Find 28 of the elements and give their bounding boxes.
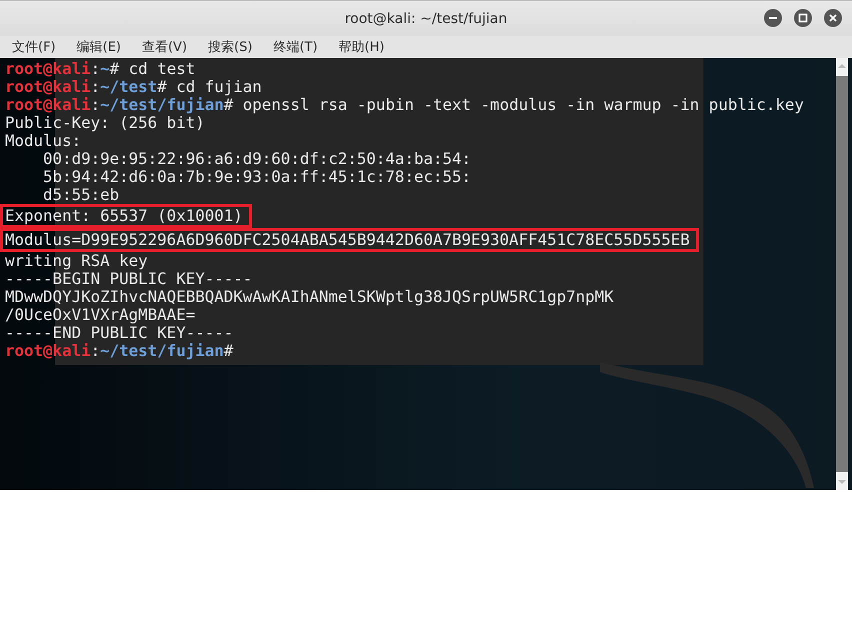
maximize-icon (798, 13, 808, 23)
terminal-line: 00:d9:9e:95:22:96:a6:d9:60:df:c2:50:4a:ba:54: (42, 149, 472, 168)
terminal-line: root@kali:~/test/fujian# openssl rsa -pubin -text -modulus -in warmup -in public.key (5, 95, 804, 114)
minimize-button[interactable] (764, 9, 782, 27)
terminal-line: d5:55:eb (42, 185, 120, 204)
terminal-line: writing RSA key (5, 251, 148, 270)
terminal-line: MDwwDQYJKoZIhvcNAQEBBQADKwAwKAIhANmelSKWptlg38JQSrpUW5RC1gp7npMK (5, 287, 614, 306)
terminal-line: root@kali:~/test/fujian# (5, 341, 234, 360)
menu-item[interactable]: 搜索(S) (208, 38, 252, 56)
menu-item[interactable]: 终端(T) (273, 38, 318, 56)
terminal-line: Exponent: 65537 (0x10001) (5, 206, 243, 225)
terminal-line: 5b:94:42:d6:0a:7b:9e:93:0a:ff:45:1c:78:ec:55: (42, 167, 472, 186)
terminal-line: /0UceOxV1VXrAgMBAAE= (5, 305, 196, 324)
close-button[interactable] (824, 9, 842, 27)
terminal-line: Modulus: (5, 131, 82, 150)
terminal-line: Public-Key: (256 bit) (5, 113, 205, 132)
terminal-line: -----BEGIN PUBLIC KEY----- (5, 269, 252, 288)
terminal-line: Modulus=D99E952296A6D960DFC2504ABA545B9442D60A7B9E930AFF451C78EC55D555EB (5, 230, 690, 249)
menu-item[interactable]: 编辑(E) (76, 38, 121, 56)
menu-item[interactable]: 查看(V) (142, 38, 188, 56)
terminal-line: root@kali:~/test# cd fujian (5, 77, 262, 96)
menu-item[interactable]: 文件(F) (12, 38, 56, 56)
close-icon (828, 13, 838, 23)
window-title: root@kali: ~/test/fujian (344, 10, 508, 26)
terminal-line: -----END PUBLIC KEY----- (5, 323, 234, 342)
terminal-line: root@kali:~# cd test (5, 59, 196, 78)
menu-item[interactable]: 帮助(H) (338, 38, 384, 56)
maximize-button[interactable] (794, 9, 812, 27)
